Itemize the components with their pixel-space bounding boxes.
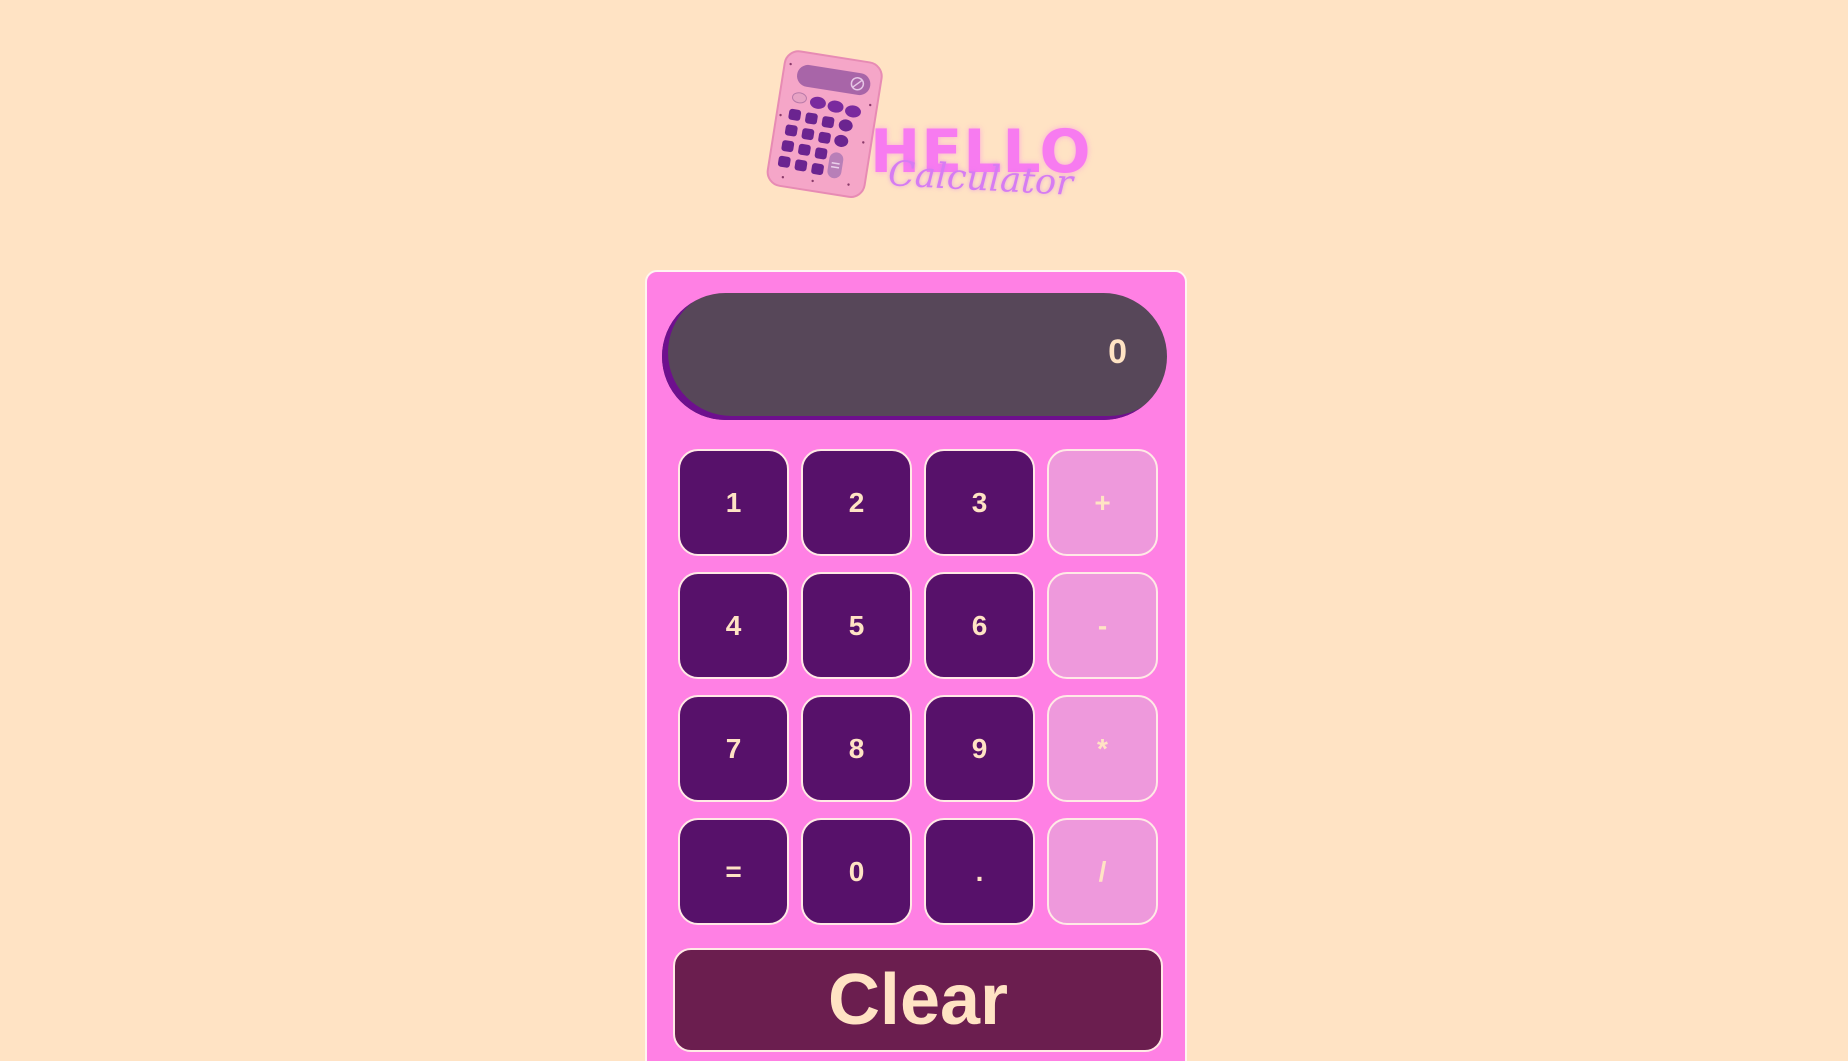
key-1[interactable]: 1 (678, 449, 789, 556)
key-add[interactable]: + (1047, 449, 1158, 556)
key-subtract[interactable]: - (1047, 572, 1158, 679)
key-4[interactable]: 4 (678, 572, 789, 679)
key-2[interactable]: 2 (801, 449, 912, 556)
key-7[interactable]: 7 (678, 695, 789, 802)
key-5[interactable]: 5 (801, 572, 912, 679)
app-page: HELLO Calculator 0 1 2 3 + 4 5 6 - 7 8 9… (0, 0, 1848, 1061)
key-9[interactable]: 9 (924, 695, 1035, 802)
logo: HELLO Calculator (762, 50, 1091, 205)
keypad: 1 2 3 + 4 5 6 - 7 8 9 * = 0 . / (678, 449, 1159, 925)
logo-subtitle: Calculator (887, 154, 1074, 204)
key-0[interactable]: 0 (801, 818, 912, 925)
display: 0 (662, 293, 1167, 420)
display-value: 0 (1108, 333, 1127, 371)
key-3[interactable]: 3 (924, 449, 1035, 556)
key-multiply[interactable]: * (1047, 695, 1158, 802)
clear-button[interactable]: Clear (673, 948, 1163, 1052)
key-decimal[interactable]: . (924, 818, 1035, 925)
key-8[interactable]: 8 (801, 695, 912, 802)
key-6[interactable]: 6 (924, 572, 1035, 679)
key-equals[interactable]: = (678, 818, 789, 925)
calculator: 0 1 2 3 + 4 5 6 - 7 8 9 * = 0 . / Clear (645, 270, 1187, 1061)
key-divide[interactable]: / (1047, 818, 1158, 925)
